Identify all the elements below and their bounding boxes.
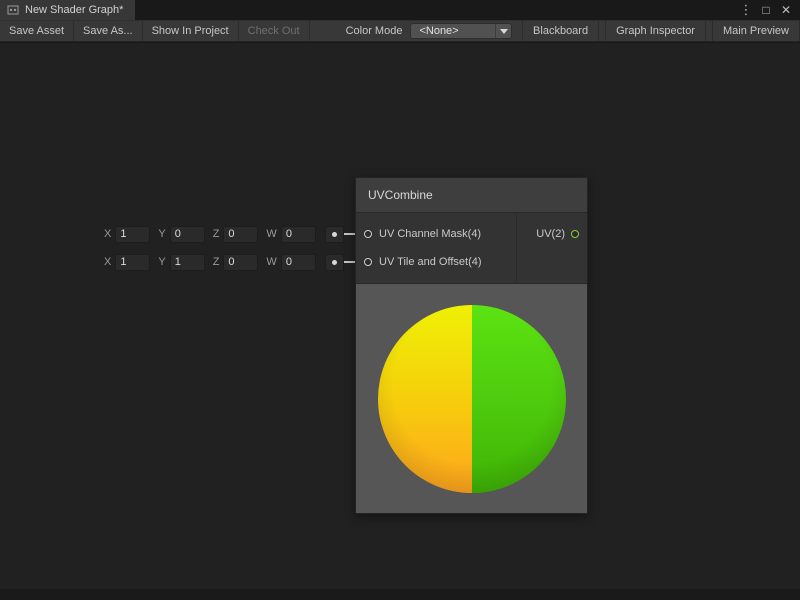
y-label: Y	[158, 256, 165, 268]
shader-graph-window: New Shader Graph* ⋮ □ ✕ Save Asset Save …	[0, 0, 800, 600]
toolbar-right-group: Blackboard Graph Inspector Main Preview	[516, 21, 800, 41]
input-port-label: UV Tile and Offset(4)	[379, 256, 482, 268]
z-label: Z	[213, 256, 220, 268]
toolbar: Save Asset Save As... Show In Project Ch…	[0, 20, 800, 42]
slot-connector-port[interactable]	[325, 254, 344, 271]
graph-canvas[interactable]: X Y Z W X Y Z W UVCombine	[0, 43, 800, 600]
input-port-row: UV Channel Mask(4)	[356, 220, 516, 248]
connector-dot-icon	[332, 260, 337, 265]
main-preview-toggle-button[interactable]: Main Preview	[712, 21, 800, 41]
kebab-menu-icon[interactable]: ⋮	[736, 2, 756, 18]
output-port-label: UV(2)	[536, 228, 565, 240]
show-in-project-button[interactable]: Show In Project	[143, 21, 239, 41]
x-field[interactable]	[115, 226, 150, 243]
output-port-row: UV(2)	[517, 220, 587, 248]
tab-new-shader-graph[interactable]: New Shader Graph*	[0, 0, 135, 20]
y-field[interactable]	[170, 254, 205, 271]
save-asset-button[interactable]: Save Asset	[0, 21, 74, 41]
input-port-icon[interactable]	[364, 258, 372, 266]
y-field[interactable]	[170, 226, 205, 243]
node-inputs: UV Channel Mask(4) UV Tile and Offset(4)	[356, 213, 516, 283]
close-icon[interactable]: ✕	[776, 3, 796, 17]
node-ports: UV Channel Mask(4) UV Tile and Offset(4)…	[356, 213, 587, 283]
vector4-slot-row-uv-channel-mask: X Y Z W	[104, 225, 344, 243]
save-as-button[interactable]: Save As...	[74, 21, 143, 41]
input-port-icon[interactable]	[364, 230, 372, 238]
slot-connector-port[interactable]	[325, 226, 344, 243]
dropdown-arrow-zone	[495, 24, 511, 38]
z-field[interactable]	[223, 254, 258, 271]
input-port-row: UV Tile and Offset(4)	[356, 248, 516, 276]
w-field[interactable]	[281, 226, 316, 243]
tab-title: New Shader Graph*	[25, 4, 123, 16]
w-label: W	[266, 256, 276, 268]
x-label: X	[104, 256, 111, 268]
window-controls: ⋮ □ ✕	[736, 0, 800, 20]
node-outputs: UV(2)	[516, 213, 587, 283]
color-mode-label: Color Mode	[338, 21, 411, 41]
w-label: W	[266, 228, 276, 240]
connector-dot-icon	[332, 232, 337, 237]
x-label: X	[104, 228, 111, 240]
preview-sphere	[378, 305, 566, 493]
maximize-icon[interactable]: □	[756, 3, 776, 17]
tab-bar: New Shader Graph* ⋮ □ ✕	[0, 0, 800, 20]
output-port-icon[interactable]	[571, 230, 579, 238]
check-out-button[interactable]: Check Out	[239, 21, 310, 41]
node-title: UVCombine	[368, 188, 433, 202]
graph-inspector-toggle-button[interactable]: Graph Inspector	[605, 21, 706, 41]
node-header[interactable]: UVCombine	[356, 178, 587, 213]
bottom-strip	[0, 589, 800, 600]
sphere-right-half	[472, 305, 566, 493]
node-preview	[356, 283, 587, 513]
blackboard-toggle-button[interactable]: Blackboard	[522, 21, 599, 41]
shader-graph-icon	[7, 4, 19, 16]
chevron-down-icon	[500, 29, 508, 34]
z-field[interactable]	[223, 226, 258, 243]
w-field[interactable]	[281, 254, 316, 271]
sphere-left-half	[378, 305, 472, 493]
color-mode-dropdown[interactable]: <None>	[410, 23, 512, 39]
y-label: Y	[158, 228, 165, 240]
vector4-slot-row-uv-tile-offset: X Y Z W	[104, 253, 344, 271]
input-port-label: UV Channel Mask(4)	[379, 228, 481, 240]
x-field[interactable]	[115, 254, 150, 271]
color-mode-value: <None>	[411, 24, 495, 38]
node-uvcombine[interactable]: UVCombine UV Channel Mask(4) UV Tile and…	[355, 177, 588, 514]
z-label: Z	[213, 228, 220, 240]
